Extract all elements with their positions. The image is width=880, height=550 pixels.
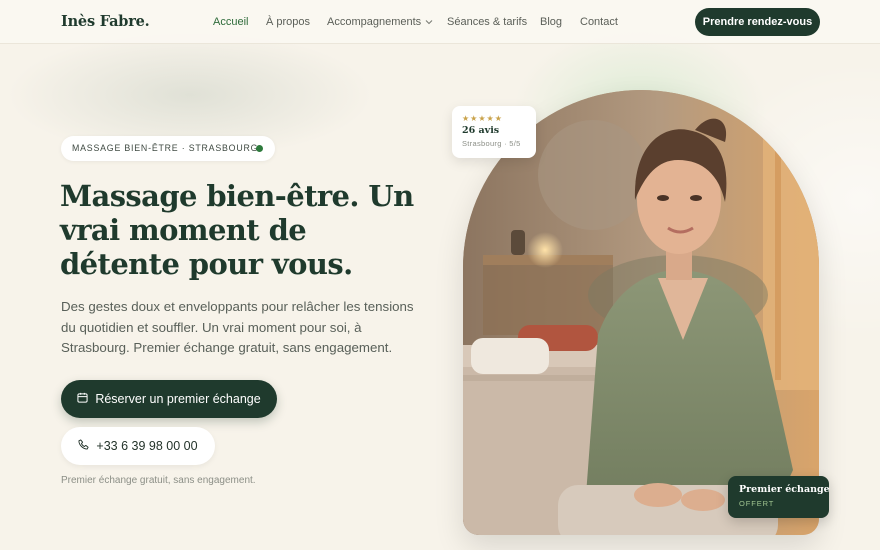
reviews-meta: Strasbourg · 5/5: [462, 139, 521, 148]
rating-stars: ★★★★★: [462, 114, 503, 123]
nav-link-blog[interactable]: Blog: [540, 15, 562, 29]
book-first-call-button[interactable]: Réserver un premier échange: [61, 380, 277, 418]
chevron-down-icon: [425, 15, 433, 29]
hero-title: Massage bien-être. Un vrai moment de dét…: [60, 179, 414, 281]
badge-label: MASSAGE BIEN-ÊTRE · STRASBOURG: [72, 143, 259, 153]
offer-label: OFFERT: [739, 499, 775, 508]
nav-link-a-propos[interactable]: À propos: [266, 15, 310, 29]
offer-title: Premier échange: [739, 484, 830, 495]
brand-logo[interactable]: Inès Fabre.: [61, 13, 150, 30]
reviews-card: ★★★★★ 26 avis Strasbourg · 5/5: [452, 106, 536, 158]
phone-number: +33 6 39 98 00 00: [96, 439, 198, 453]
phone-button[interactable]: +33 6 39 98 00 00: [61, 427, 215, 465]
status-dot: [256, 145, 263, 152]
nav-link-label: Accompagnements: [327, 16, 422, 28]
phone-icon: [78, 427, 89, 465]
book-first-call-label: Réserver un premier échange: [95, 392, 261, 406]
book-appointment-button[interactable]: Prendre rendez-vous: [695, 8, 820, 36]
nav-link-accueil[interactable]: Accueil: [213, 15, 248, 29]
free-call-note: Premier échange gratuit, sans engagement…: [61, 475, 256, 486]
nav-link-seances-tarifs[interactable]: Séances & tarifs: [447, 15, 527, 29]
nav-link-accompagnements[interactable]: Accompagnements: [327, 15, 433, 29]
location-badge: MASSAGE BIEN-ÊTRE · STRASBOURG: [61, 136, 275, 161]
nav-link-contact[interactable]: Contact: [580, 15, 618, 29]
free-session-card: Premier échange OFFERT: [728, 476, 830, 518]
top-nav: Inès Fabre. Accueil À propos Accompagnem…: [0, 0, 880, 44]
calendar-icon: [77, 380, 88, 418]
reviews-count: 26 avis: [462, 125, 500, 136]
hero-subtitle: Des gestes doux et enveloppants pour rel…: [61, 299, 414, 355]
